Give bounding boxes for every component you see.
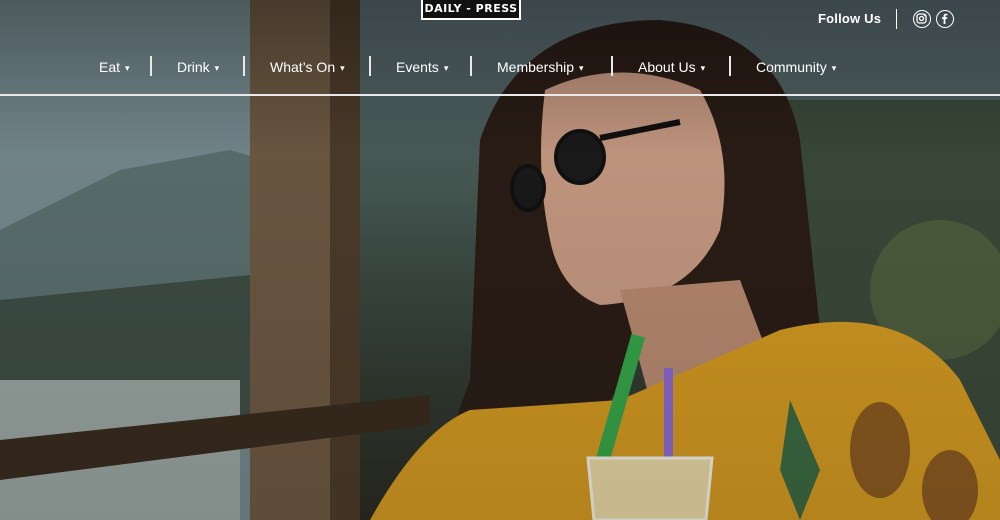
nav-item-events[interactable]: Events ▾	[396, 54, 448, 80]
main-nav: Eat ▾ Drink ▾ What’s On ▾ Events ▾ Membershi…	[0, 54, 1000, 80]
nav-item-whats-on[interactable]: What’s On ▾	[270, 54, 345, 80]
instagram-icon[interactable]	[913, 10, 931, 28]
nav-separator	[369, 56, 371, 76]
chevron-down-icon: ▾	[579, 63, 584, 73]
instagram-glyph	[916, 13, 927, 24]
nav-label-events: Events	[396, 59, 439, 75]
nav-item-membership[interactable]: Membership ▾	[497, 54, 584, 80]
chevron-down-icon: ▾	[700, 63, 706, 73]
facebook-icon[interactable]	[936, 10, 954, 28]
nav-label-eat: Eat	[99, 59, 121, 75]
nav-separator	[611, 56, 613, 76]
nav-label-about-us: About Us	[638, 59, 696, 75]
nav-separator	[150, 56, 152, 76]
nav-item-drink[interactable]: Drink ▾	[177, 54, 219, 80]
nav-underline-divider	[0, 94, 1000, 96]
nav-label-drink: Drink	[177, 59, 210, 75]
chevron-down-icon: ▾	[214, 63, 220, 73]
nav-item-community[interactable]: Community ▾	[756, 54, 836, 80]
nav-label-whats-on: What’s On	[270, 59, 336, 75]
chevron-down-icon: ▾	[831, 63, 837, 73]
header-divider	[896, 9, 897, 29]
chevron-down-icon: ▾	[443, 63, 449, 73]
nav-label-membership: Membership	[497, 59, 575, 75]
nav-label-community: Community	[756, 59, 827, 75]
facebook-glyph	[942, 13, 948, 24]
site-logo[interactable]: DAILY - PRESS	[421, 0, 521, 20]
follow-us-label: Follow Us	[818, 11, 882, 26]
chevron-down-icon: ▾	[125, 63, 130, 73]
nav-separator	[243, 56, 245, 76]
nav-separator	[470, 56, 472, 76]
nav-item-about-us[interactable]: About Us ▾	[638, 54, 705, 80]
nav-separator	[729, 56, 731, 76]
nav-item-eat[interactable]: Eat ▾	[99, 54, 130, 80]
chevron-down-icon: ▾	[340, 63, 345, 73]
hero-banner: DAILY - PRESS Follow Us Eat ▾ Drink ▾ What…	[0, 0, 1000, 520]
